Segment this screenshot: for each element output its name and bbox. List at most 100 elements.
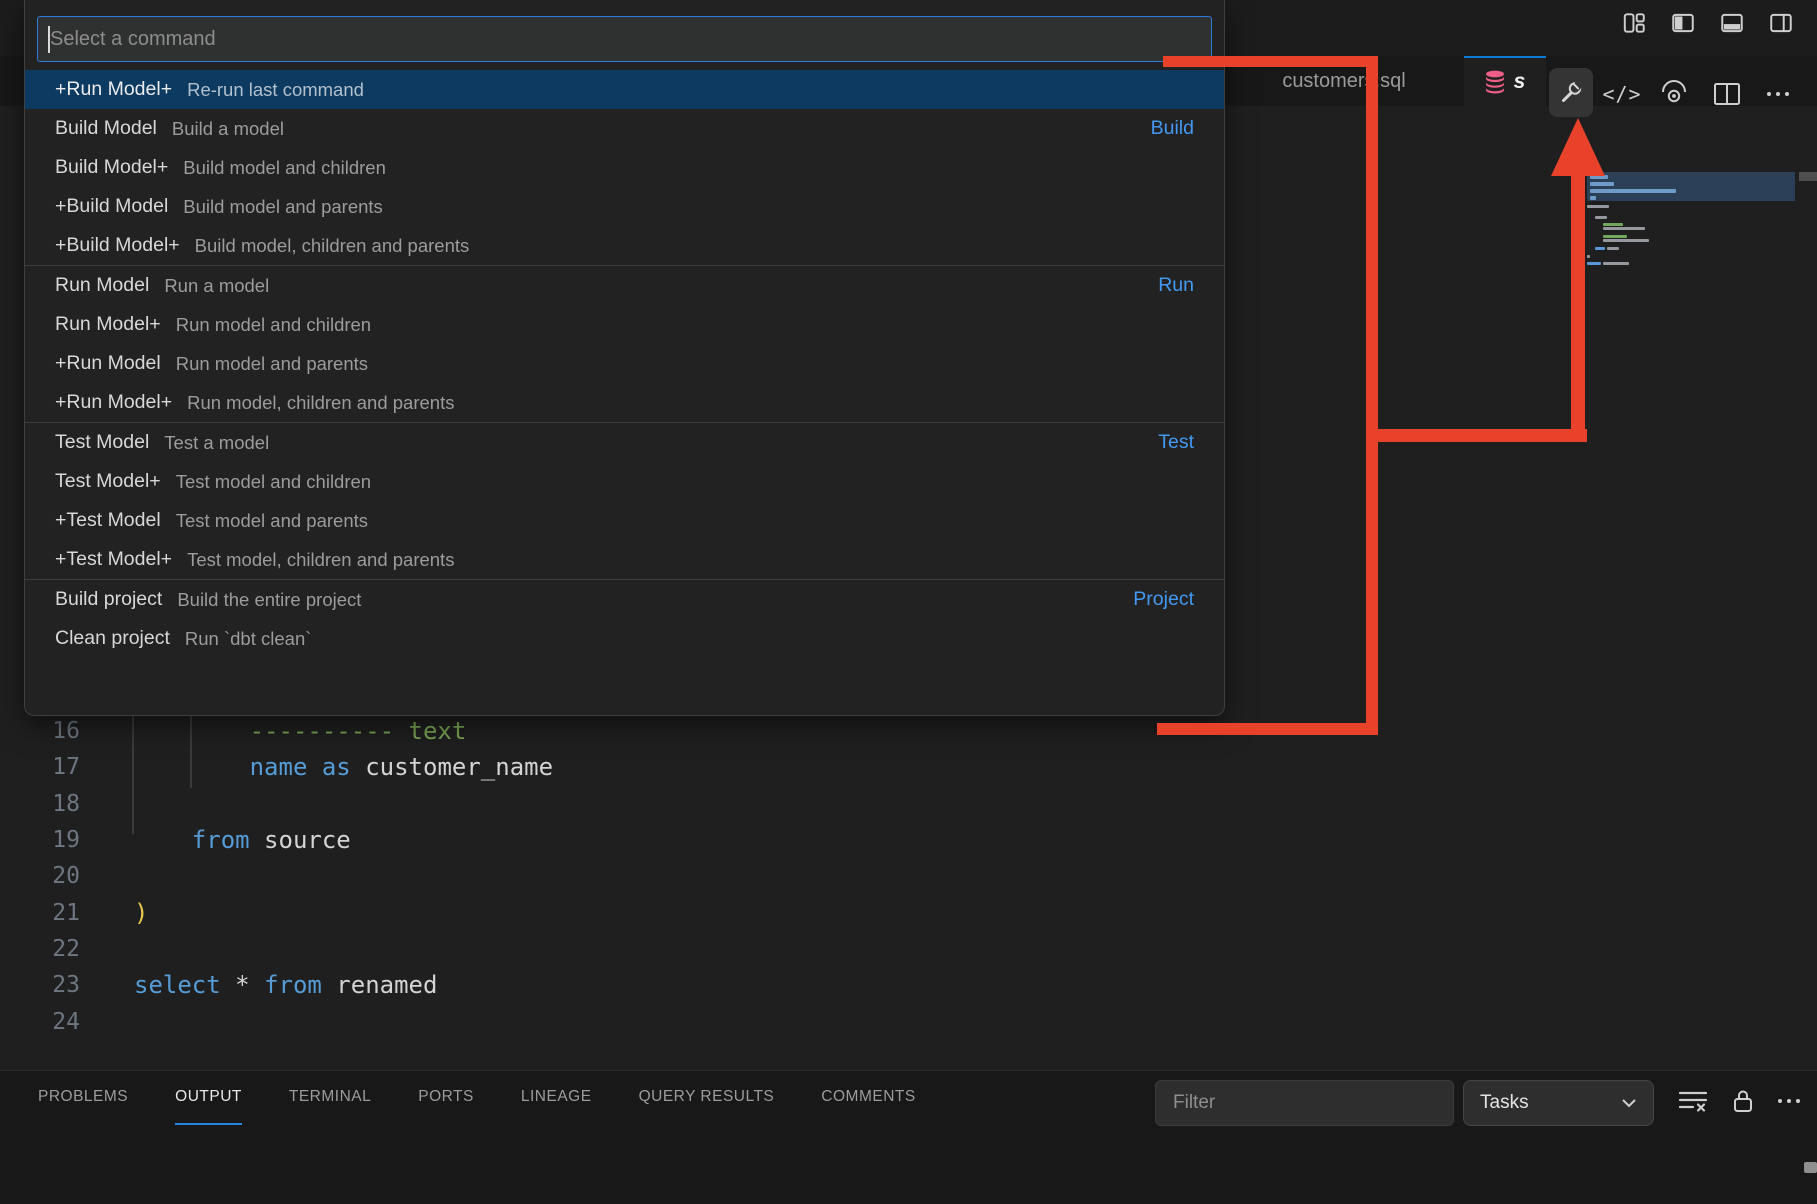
- vscode-window: { "colors": { "annotation": "#e8432a", "…: [0, 0, 1817, 1204]
- command-row[interactable]: Run Model+Run model and children: [25, 305, 1224, 344]
- command-description: Run `dbt clean`: [185, 628, 311, 650]
- command-category-badge: Run: [1158, 274, 1194, 297]
- minimap-line: [1603, 262, 1629, 265]
- command-label: +Test Model+: [55, 548, 172, 571]
- tasks-dropdown-label: Tasks: [1480, 1092, 1529, 1114]
- split-editor-icon[interactable]: [1708, 80, 1746, 108]
- command-row[interactable]: +Run Model+Re-run last command: [25, 70, 1224, 109]
- command-row[interactable]: +Run Model Run model and parents: [25, 344, 1224, 383]
- panel-tab-ports[interactable]: PORTS: [418, 1071, 474, 1125]
- line-number: 16: [0, 718, 80, 744]
- command-description: Test model and children: [176, 471, 371, 493]
- command-description: Build model and parents: [183, 196, 383, 218]
- command-description: Test model, children and parents: [187, 549, 454, 571]
- command-row[interactable]: Build projectBuild the entire projectPro…: [25, 580, 1224, 619]
- command-description: Build a model: [172, 118, 284, 140]
- panel-tab-problems[interactable]: PROBLEMS: [38, 1071, 128, 1125]
- panel-tab-query-results[interactable]: QUERY RESULTS: [639, 1071, 775, 1125]
- command-category-badge: Build: [1151, 117, 1194, 140]
- command-input-wrap: [37, 16, 1212, 62]
- lock-icon[interactable]: [1730, 1087, 1756, 1115]
- code-icon[interactable]: </>: [1599, 80, 1645, 108]
- annotation-line-right: [1366, 56, 1378, 735]
- command-row[interactable]: Run ModelRun a modelRun: [25, 266, 1224, 305]
- command-label: Build Model: [55, 117, 157, 140]
- command-label: Test Model: [55, 431, 149, 454]
- line-number: 20: [0, 863, 80, 889]
- toggle-panel-icon[interactable]: [1718, 9, 1746, 37]
- editor-more-actions-icon[interactable]: [1758, 80, 1798, 108]
- command-row[interactable]: Test Model+Test model and children: [25, 462, 1224, 501]
- command-row[interactable]: +Test Model+ Test model, children and par…: [25, 540, 1224, 579]
- minimap[interactable]: [1587, 150, 1795, 276]
- chevron-down-icon: [1621, 1098, 1637, 1108]
- command-description: Run model and parents: [176, 353, 368, 375]
- command-description: Build model and children: [183, 157, 386, 179]
- toggle-primary-sidebar-icon[interactable]: [1669, 9, 1697, 37]
- editor-scrollbar[interactable]: [1799, 172, 1817, 181]
- tab-sql-preview[interactable]: s: [1464, 56, 1546, 106]
- command-row[interactable]: Build Model Build a model Build: [25, 109, 1224, 148]
- panel-tab-output[interactable]: OUTPUT: [175, 1071, 242, 1125]
- command-input[interactable]: [38, 17, 1211, 61]
- minimap-line: [1587, 205, 1609, 208]
- preview-eye-icon[interactable]: [1653, 76, 1695, 112]
- panel-tab-terminal[interactable]: TERMINAL: [289, 1071, 371, 1125]
- minimap-line: [1603, 223, 1623, 226]
- database-icon: [1485, 70, 1505, 94]
- minimap-line: [1587, 255, 1590, 258]
- command-description: Test model and parents: [176, 510, 368, 532]
- command-row[interactable]: +Test Model Test model and parents: [25, 501, 1224, 540]
- minimap-line: [1590, 189, 1676, 193]
- minimap-line: [1595, 247, 1605, 250]
- code-line: 18: [0, 786, 1220, 822]
- code-line: 16 ---------- text: [0, 713, 1220, 749]
- command-label: Run Model+: [55, 313, 161, 336]
- code-text: from source: [134, 826, 351, 854]
- minimap-selection: [1587, 172, 1795, 201]
- line-number: 23: [0, 972, 80, 998]
- editor-code-area[interactable]: 16 ---------- text17 name as customer_na…: [0, 713, 1220, 1040]
- panel-tab-lineage[interactable]: LINEAGE: [521, 1071, 592, 1125]
- minimap-line: [1587, 262, 1601, 265]
- annotation-arrow-shaft: [1571, 172, 1585, 429]
- command-label: Clean project: [55, 627, 170, 650]
- code-line: 22: [0, 931, 1220, 967]
- command-list: +Run Model+Re-run last commandBuild Mode…: [25, 70, 1224, 658]
- annotation-line-bottom: [1157, 723, 1378, 735]
- preview-tab-label: s: [1514, 70, 1526, 94]
- command-row[interactable]: +Build ModelBuild model and parents: [25, 187, 1224, 226]
- command-label: Build Model+: [55, 156, 168, 179]
- panel-tab-comments[interactable]: COMMENTS: [821, 1071, 915, 1125]
- code-line: 19 from source: [0, 822, 1220, 858]
- command-description: Run model, children and parents: [187, 392, 454, 414]
- command-row[interactable]: Build Model+ Build model and children: [25, 148, 1224, 187]
- line-number: 22: [0, 936, 80, 962]
- panel-scrollbar[interactable]: [1804, 1162, 1817, 1173]
- toggle-secondary-sidebar-icon[interactable]: [1767, 9, 1795, 37]
- line-number: 18: [0, 791, 80, 817]
- command-row[interactable]: Test ModelTest a modelTest: [25, 423, 1224, 462]
- command-label: +Test Model: [55, 509, 161, 532]
- minimap-line: [1603, 235, 1627, 238]
- minimap-line: [1603, 239, 1649, 242]
- clear-output-icon[interactable]: [1676, 1087, 1710, 1115]
- wrench-icon[interactable]: [1549, 68, 1593, 117]
- panel-more-actions-icon[interactable]: [1772, 1087, 1806, 1115]
- code-text: select * from renamed: [134, 971, 437, 999]
- code-text: ): [134, 899, 148, 927]
- tab-label: customers.sql: [1282, 70, 1405, 93]
- filter-input[interactable]: [1155, 1080, 1454, 1126]
- customize-layout-icon[interactable]: [1620, 9, 1648, 37]
- command-label: +Run Model+: [55, 78, 172, 101]
- annotation-arrow-head: [1551, 118, 1605, 176]
- command-row[interactable]: +Build Model+Build model, children and p…: [25, 226, 1224, 265]
- minimap-line: [1590, 196, 1596, 200]
- command-row[interactable]: Clean project Run `dbt clean`: [25, 619, 1224, 658]
- command-palette: +Run Model+Re-run last commandBuild Mode…: [24, 0, 1225, 716]
- minimap-line: [1595, 216, 1607, 219]
- command-label: +Run Model: [55, 352, 161, 375]
- bottom-panel: PROBLEMS OUTPUT TERMINAL PORTS LINEAGE QUERY …: [0, 1070, 1817, 1204]
- command-row[interactable]: +Run Model+Run model, children and paren…: [25, 383, 1224, 422]
- tasks-dropdown[interactable]: Tasks: [1463, 1080, 1654, 1126]
